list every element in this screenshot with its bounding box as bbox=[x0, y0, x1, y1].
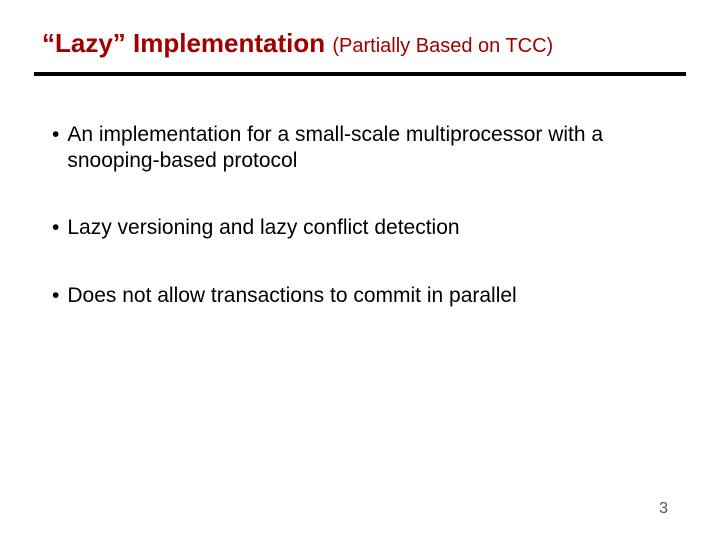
bullet-list: • An implementation for a small-scale mu… bbox=[52, 122, 668, 350]
list-item: • Does not allow transactions to commit … bbox=[52, 283, 668, 309]
bullet-text: Lazy versioning and lazy conflict detect… bbox=[67, 215, 668, 241]
list-item: • Lazy versioning and lazy conflict dete… bbox=[52, 215, 668, 241]
slide-title: “Lazy” Implementation (Partially Based o… bbox=[42, 28, 678, 59]
title-divider bbox=[34, 72, 686, 76]
bullet-text: Does not allow transactions to commit in… bbox=[67, 283, 668, 309]
bullet-icon: • bbox=[52, 283, 67, 309]
page-number: 3 bbox=[659, 500, 668, 518]
list-item: • An implementation for a small-scale mu… bbox=[52, 122, 668, 173]
title-main: “Lazy” Implementation bbox=[42, 28, 332, 58]
slide: “Lazy” Implementation (Partially Based o… bbox=[0, 0, 720, 540]
bullet-text: An implementation for a small-scale mult… bbox=[67, 122, 668, 173]
title-sub: (Partially Based on TCC) bbox=[332, 35, 553, 57]
bullet-icon: • bbox=[52, 122, 67, 173]
bullet-icon: • bbox=[52, 215, 67, 241]
